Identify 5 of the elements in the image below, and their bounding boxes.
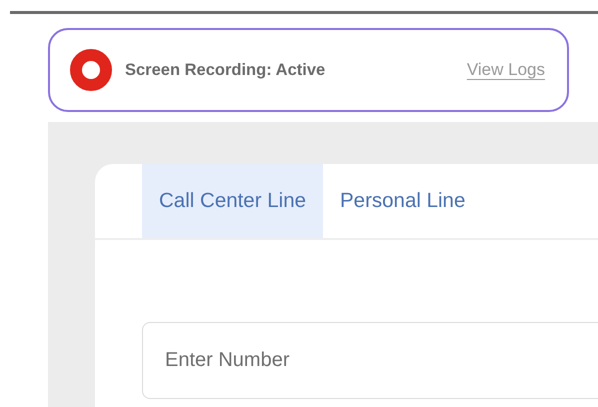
- tab[interactable]: Call Center Line: [142, 164, 323, 238]
- recording-status: Screen Recording: Active: [125, 60, 326, 80]
- number-input-field[interactable]: Enter Number: [142, 322, 598, 399]
- view-logs-link[interactable]: View Logs: [466, 60, 545, 80]
- tab[interactable]: Personal Line: [323, 164, 482, 238]
